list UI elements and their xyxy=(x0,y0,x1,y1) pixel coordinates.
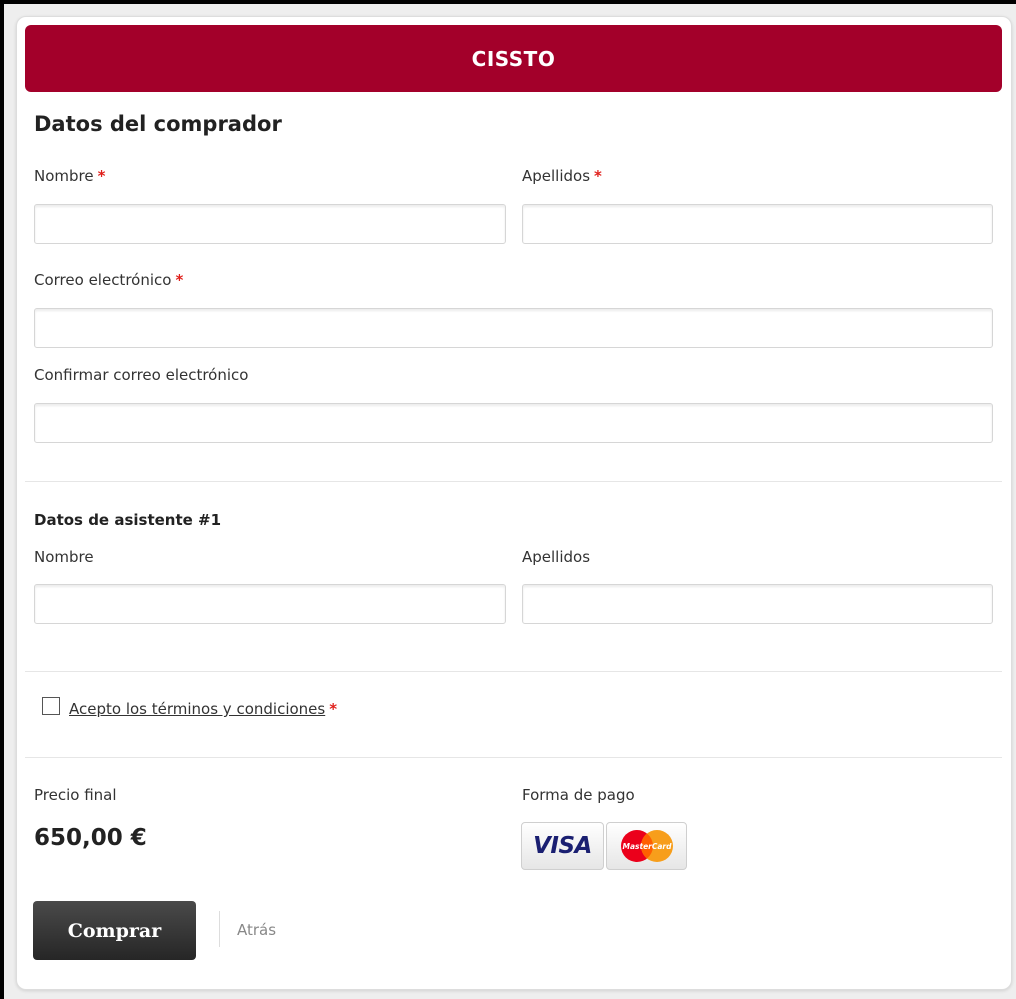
attendee-section-title: Datos de asistente #1 xyxy=(34,511,222,529)
buy-button[interactable]: Comprar xyxy=(33,901,196,960)
terms-checkbox[interactable] xyxy=(42,697,60,715)
buyer-last-name-label-text: Apellidos xyxy=(522,167,591,185)
actions-separator xyxy=(219,911,220,947)
buyer-email-input[interactable] xyxy=(34,308,993,348)
buyer-confirm-email-input[interactable] xyxy=(34,403,993,443)
section-divider xyxy=(25,671,1002,672)
window-frame-left xyxy=(0,0,4,999)
attendee-first-name-label: Nombre xyxy=(34,548,94,566)
required-mark: * xyxy=(97,167,106,185)
price-value: 650,00 € xyxy=(34,825,147,851)
checkout-card xyxy=(16,16,1012,990)
section-divider xyxy=(25,481,1002,482)
visa-logo: VISA xyxy=(533,833,592,859)
required-mark: * xyxy=(594,167,602,185)
buyer-confirm-email-label: Confirmar correo electrónico xyxy=(34,366,249,384)
section-divider xyxy=(25,757,1002,758)
header-banner: CISSTO xyxy=(25,25,1002,92)
payment-method-label: Forma de pago xyxy=(522,786,635,804)
visa-payment-option[interactable]: VISA xyxy=(521,822,604,870)
price-label: Precio final xyxy=(34,786,117,804)
buyer-first-name-label: Nombre * xyxy=(34,167,105,185)
mastercard-logo-icon: MasterCard xyxy=(620,830,673,862)
buyer-first-name-label-text: Nombre xyxy=(34,167,94,185)
attendee-last-name-input[interactable] xyxy=(522,584,993,624)
buyer-last-name-label: Apellidos * xyxy=(522,167,602,185)
window-frame-top xyxy=(0,0,1016,4)
buyer-last-name-input[interactable] xyxy=(522,204,993,244)
buyer-email-label: Correo electrónico * xyxy=(34,271,183,289)
required-mark: * xyxy=(329,700,338,718)
attendee-first-name-input[interactable] xyxy=(34,584,506,624)
mastercard-logo-text: MasterCard xyxy=(622,842,672,851)
buyer-section-title: Datos del comprador xyxy=(34,112,282,136)
terms-link[interactable]: Acepto los términos y condiciones xyxy=(69,700,325,718)
buyer-first-name-input[interactable] xyxy=(34,204,506,244)
attendee-last-name-label: Apellidos xyxy=(522,548,591,566)
mastercard-payment-option[interactable]: MasterCard xyxy=(606,822,687,870)
back-link[interactable]: Atrás xyxy=(237,921,276,939)
terms-row: Acepto los términos y condiciones * xyxy=(69,700,337,718)
required-mark: * xyxy=(175,271,184,289)
buyer-email-label-text: Correo electrónico xyxy=(34,271,172,289)
header-title: CISSTO xyxy=(471,46,556,71)
